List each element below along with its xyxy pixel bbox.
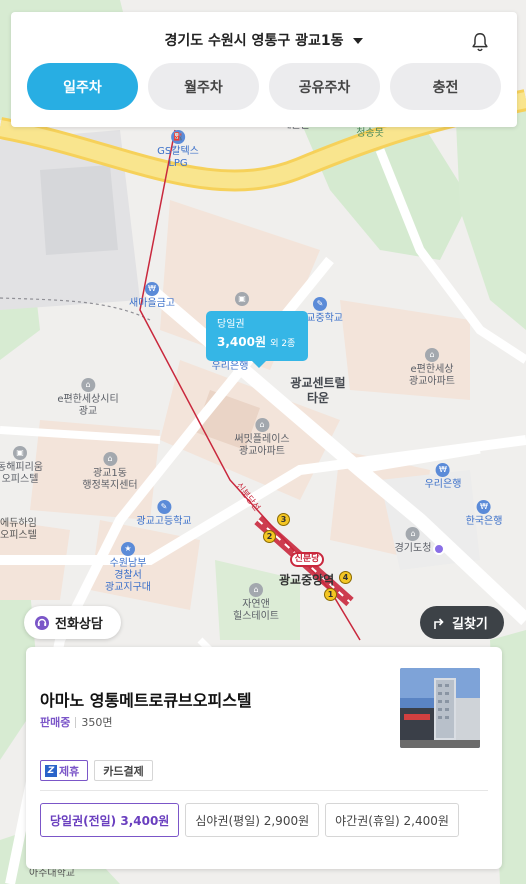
poi-efun-2[interactable]: ⌂ e편한세상시티 광교 [57, 378, 119, 418]
poi-office-1[interactable]: ▣ 동해피리움 오피스텔 [0, 446, 43, 486]
marker-extra: 외 2종 [270, 339, 296, 349]
parking-lot-title: 아마노 영통메트로큐브오피스텔 [40, 691, 252, 710]
building-icon: ▣ [13, 446, 27, 460]
poi-label: 경기도청 [394, 543, 432, 554]
apartment-icon: ⌂ [425, 348, 439, 362]
gas-station-icon: ⛽ [170, 130, 185, 144]
top-panel: 경기도 수원시 영통구 광교1동 일주차 월주차 공유주차 충전 [11, 12, 517, 127]
government-icon: ⌂ [406, 527, 420, 541]
location-title: 경기도 수원시 영통구 광교1동 [164, 33, 344, 49]
tab-shared[interactable]: 공유주차 [269, 63, 380, 110]
bank-icon: ₩ [436, 463, 450, 477]
poi-woori-bank-2[interactable]: ₩ 우리은행 [424, 463, 462, 491]
poi-label: GS칼텍스 LPG [157, 146, 199, 169]
tab-monthly[interactable]: 월주차 [148, 63, 259, 110]
poi-ajou: 아주대학교 [29, 868, 75, 879]
poi-gs-caltex[interactable]: ⛽ GS칼텍스 LPG [157, 130, 199, 170]
partner-logo-icon: Z [45, 764, 57, 777]
price-option-daily[interactable]: 당일권(전일) 3,400원 [40, 803, 180, 837]
apartment-icon: ⌂ [254, 418, 269, 432]
station-exit-1: 1 [324, 588, 337, 601]
poi-label: 우리은행 [211, 361, 249, 372]
price-options: 당일권(전일) 3,400원 심야권(평일) 2,900원 야간권(휴일) 2,… [40, 803, 459, 837]
parking-price-marker[interactable]: 당일권 3,400원 외 2종 [206, 311, 308, 368]
price-option-night[interactable]: 심야권(평일) 2,900원 [185, 803, 320, 837]
card-payment-tag: 카드결제 [94, 760, 153, 781]
directions-button[interactable]: 길찾기 [420, 606, 504, 639]
poi-korea-bank[interactable]: ₩ 한국은행 [465, 500, 503, 528]
marker-price: 3,400원 외 2종 [217, 333, 308, 353]
poi-label: 광교1동 행정복지센터 [82, 468, 138, 491]
poi-ssum-place[interactable]: ⌂ 써밋플레이스 광교아파트 [234, 418, 290, 458]
school-icon: ✎ [156, 500, 171, 514]
station-badge[interactable]: 신분당 [290, 552, 324, 567]
headset-icon [35, 615, 49, 630]
poi-cheongsong: 청송못 [356, 128, 384, 139]
poi-label: 우리은행 [424, 479, 462, 490]
poi-efun-1[interactable]: ⌂ e편한세상 광교아파트 [409, 348, 455, 388]
poi-label: 한국은행 [465, 516, 503, 527]
poi-label: e편한세상시티 광교 [57, 394, 119, 417]
poi-label: 자연앤 힐스테이트 [233, 599, 279, 622]
directions-label: 길찾기 [452, 617, 488, 632]
poi-label: 새마을금고 [129, 298, 175, 309]
poi-saemaeul[interactable]: ₩ 새마을금고 [129, 282, 175, 310]
parking-type-tabs: 일주차 월주차 공유주차 충전 [27, 63, 501, 110]
parking-lot-card[interactable]: 아마노 영통메트로큐브오피스텔 판매중 350면 Z 제휴 카드결제 당일권(전… [26, 647, 502, 869]
police-icon: ★ [121, 542, 135, 556]
apartment-icon: ⌂ [249, 583, 263, 597]
parking-lot-photo[interactable] [400, 668, 480, 748]
poi-label: 광교고등학교 [136, 516, 192, 527]
call-consult-label: 전화상담 [55, 617, 103, 632]
school-icon: ✎ [313, 297, 327, 311]
bank-icon: ₩ [477, 500, 491, 514]
chevron-down-icon [353, 38, 364, 44]
poi-school-2[interactable]: ✎ 광교고등학교 [136, 500, 192, 528]
poi-label: 동해피리움 오피스텔 [0, 462, 43, 485]
poi-hana: 에듀하임 오피스텔 [0, 518, 37, 541]
sale-status: 판매중 [40, 716, 71, 729]
bank-icon: ₩ [145, 282, 159, 296]
meta-divider [75, 716, 77, 728]
location-marker[interactable] [433, 543, 445, 555]
poi-building[interactable]: ▣ [235, 292, 249, 308]
partner-tag: Z 제휴 [40, 760, 89, 781]
price-option-evening[interactable]: 야간권(휴일) 2,400원 [325, 803, 459, 837]
station-exit-4: 4 [339, 571, 352, 584]
area-label-gwanggyo-central: 광교센트럴 타운 [290, 376, 346, 405]
poi-label: 써밋플레이스 광교아파트 [234, 434, 290, 457]
poi-admin-center[interactable]: ⌂ 광교1동 행정복지센터 [82, 452, 138, 492]
poi-jayeon[interactable]: ⌂ 자연앤 힐스테이트 [233, 583, 279, 623]
poi-police[interactable]: ★ 수원남부 경찰서 광교지구대 [105, 542, 151, 594]
location-selector[interactable]: 경기도 수원시 영통구 광교1동 [11, 30, 517, 50]
poi-gyeonggi-hall[interactable]: ⌂ 경기도청 [394, 527, 432, 555]
station-name[interactable]: 광교중앙역 [279, 571, 334, 588]
space-count: 350면 [81, 716, 113, 729]
partner-tag-label: 제휴 [59, 764, 80, 778]
apartment-icon: ⌂ [80, 378, 95, 392]
building-icon: ▣ [235, 292, 249, 306]
tab-charging[interactable]: 충전 [390, 63, 501, 110]
marker-price-value: 3,400원 [217, 335, 266, 349]
station-exit-2: 2 [263, 530, 276, 543]
poi-label: e편한세상 광교아파트 [409, 364, 455, 387]
call-consult-button[interactable]: 전화상담 [24, 606, 121, 639]
poi-label: 수원남부 경찰서 광교지구대 [105, 558, 151, 593]
station-exit-3: 3 [277, 513, 290, 526]
turn-right-icon [434, 617, 444, 629]
tab-daily[interactable]: 일주차 [27, 63, 138, 110]
marker-ticket-label: 당일권 [217, 319, 245, 330]
card-divider [40, 790, 488, 791]
government-icon: ⌂ [102, 452, 117, 466]
tag-list: Z 제휴 카드결제 [40, 760, 153, 781]
bell-icon[interactable] [469, 31, 491, 53]
parking-lot-meta: 판매중 350면 [40, 714, 113, 730]
